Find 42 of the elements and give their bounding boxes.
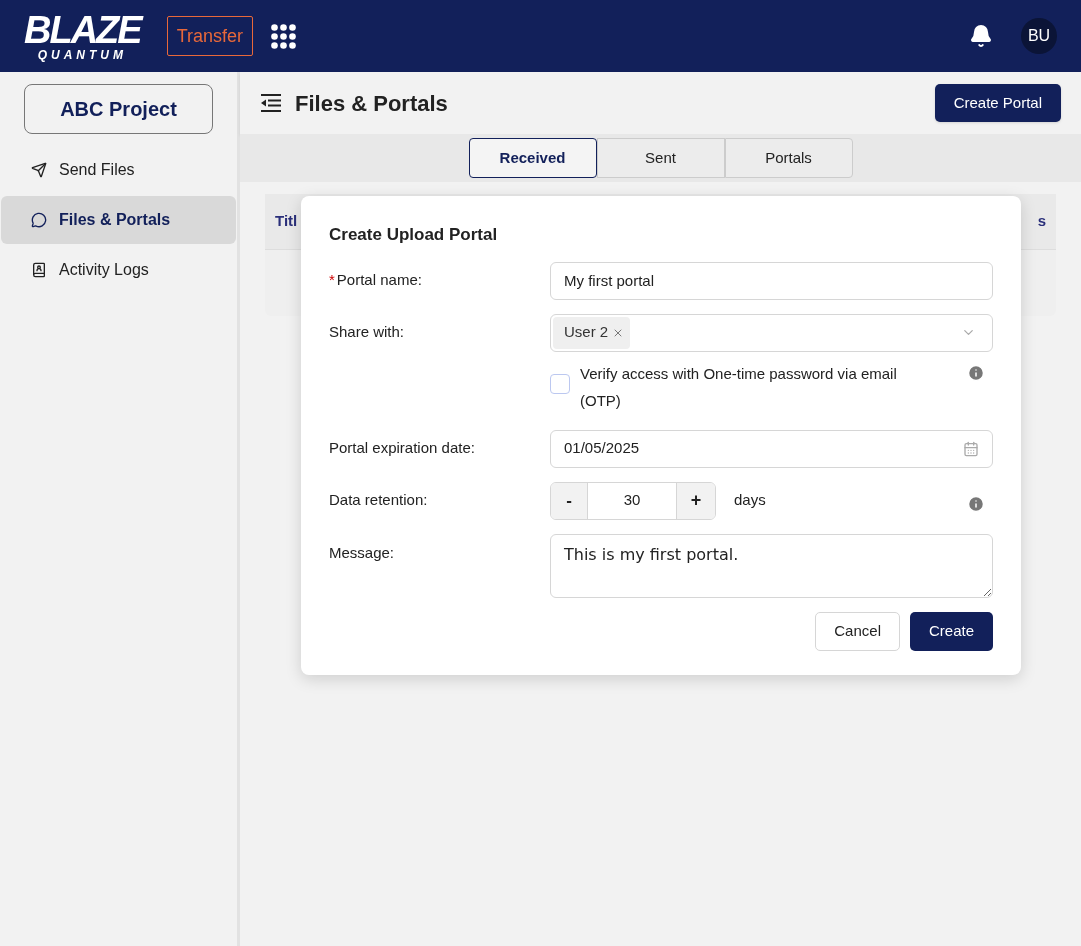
dialog-title: Create Upload Portal [329,224,499,246]
paper-plane-icon [31,162,47,178]
field-label: Data retention: [329,491,428,509]
field-label: Portal name: [336,270,422,291]
tab[interactable]: Received [468,138,597,178]
otp-label: Verify access with One-time password via email (OTP) [580,363,898,411]
create-portal-button[interactable]: Create Portal [934,84,1061,122]
otp-checkbox[interactable] [550,373,570,394]
message-field[interactable]: This is my first portal. [550,533,993,598]
collapse-menu-icon[interactable] [260,94,282,112]
app-switch-button[interactable]: Transfer [166,16,253,56]
decrement-button[interactable]: - [551,482,587,519]
tab[interactable]: Sent [596,138,725,178]
field-label: Share with: [329,323,405,341]
sidebar-item[interactable]: Files & Portals [1,196,236,244]
column-header: Titl [275,211,298,232]
user-avatar[interactable]: BU [1021,18,1057,54]
user-tag: User 2 [553,316,631,349]
column-header: s [1037,211,1046,232]
create-button[interactable]: Create [909,611,993,651]
page-title: Files & Portals [295,89,448,118]
expiration-date-field[interactable]: 01/05/2025 [550,429,993,468]
apps-grid-icon[interactable] [271,23,296,49]
required-mark: * [329,270,335,291]
contact-book-icon [31,262,47,278]
increment-button[interactable]: + [677,482,715,519]
notification-bell-icon[interactable] [969,24,993,48]
share-with-select[interactable]: User 2 [550,313,993,352]
portal-name-field[interactable]: My first portal [550,261,993,300]
info-icon[interactable] [967,363,985,382]
sidebar-item[interactable]: Send Files [1,146,236,194]
tab[interactable]: Portals [724,138,853,178]
logo: BLAZE QUANTUM [24,11,141,61]
field-label: Portal expiration date: [329,439,475,457]
info-icon[interactable] [967,494,985,513]
cancel-button[interactable]: Cancel [815,611,900,651]
project-button[interactable]: ABC Project [24,84,213,134]
chat-bubble-icon [31,212,47,228]
sidebar-item[interactable]: Activity Logs [1,246,236,294]
field-label: Message: [329,542,396,563]
calendar-icon [963,440,979,457]
unit-label: days [734,490,766,511]
